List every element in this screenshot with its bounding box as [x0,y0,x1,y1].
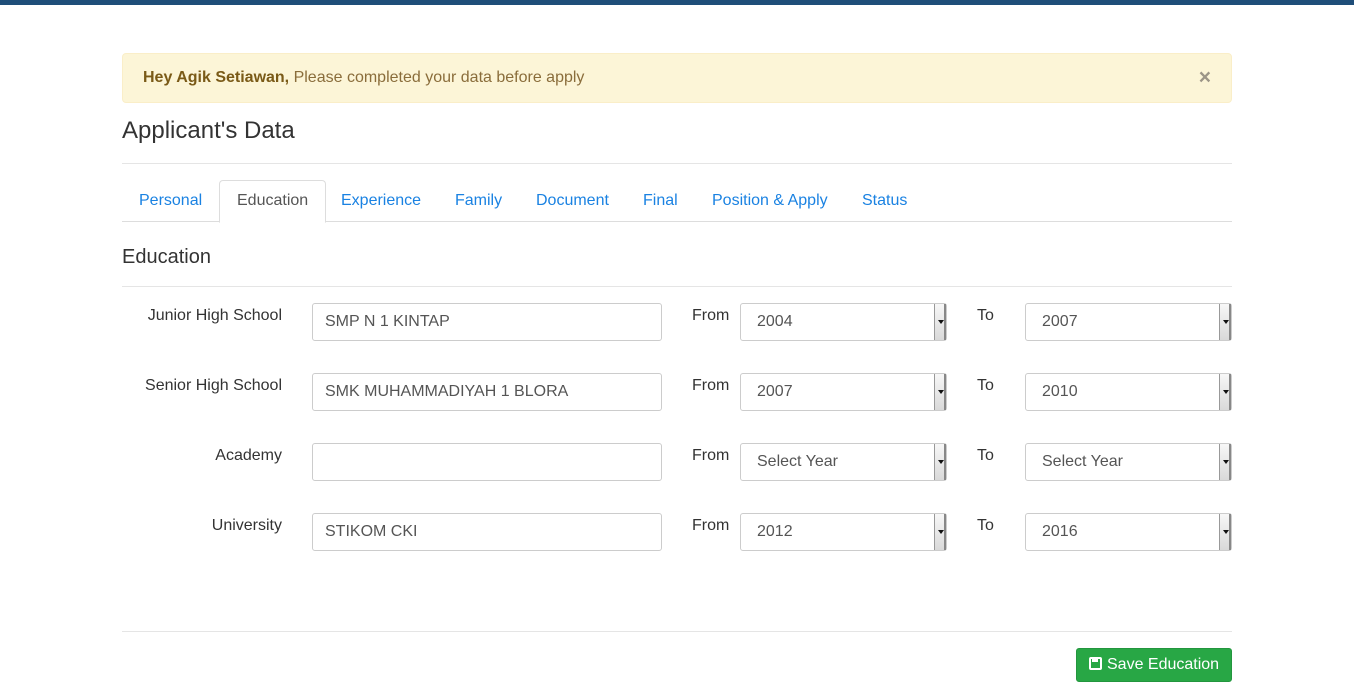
to-year-value: Select Year [1042,453,1123,470]
from-label: From [692,377,730,394]
from-year-select[interactable]: 2012 [740,513,947,551]
from-label: From [692,517,730,534]
chevron-down-icon [934,304,946,340]
row-label: Senior High School [145,377,282,394]
school-name-input[interactable] [312,443,662,481]
floppy-disk-icon [1089,657,1102,670]
to-label: To [977,447,994,464]
to-year-select[interactable]: 2007 [1025,303,1232,341]
tab-family[interactable]: Family [438,180,519,222]
tab-personal[interactable]: Personal [122,180,219,222]
to-label: To [977,307,994,324]
save-education-button[interactable]: Save Education [1076,648,1232,682]
tab-document[interactable]: Document [519,180,626,222]
close-icon[interactable]: × [1199,54,1211,102]
from-label: From [692,447,730,464]
to-label: To [977,377,994,394]
chevron-down-icon [934,444,946,480]
warning-alert: Hey Agik Setiawan, Please completed your… [122,53,1232,103]
to-year-value: 2007 [1042,313,1078,330]
tab-status[interactable]: Status [845,180,924,222]
tab-experience[interactable]: Experience [324,180,438,222]
chevron-down-icon [934,374,946,410]
from-year-value: Select Year [757,453,838,470]
tab-position-apply[interactable]: Position & Apply [695,180,845,222]
tab-bar: Personal Education Experience Family Doc… [122,180,1232,223]
school-name-input[interactable]: SMK MUHAMMADIYAH 1 BLORA [312,373,662,411]
title-divider [122,163,1232,164]
footer-divider [122,631,1232,632]
section-title: Education [122,246,211,268]
to-label: To [977,517,994,534]
chevron-down-icon [1219,304,1231,340]
school-name-input[interactable]: SMP N 1 KINTAP [312,303,662,341]
education-row-junior-high: Junior High School SMP N 1 KINTAP From 2… [122,303,1232,341]
from-label: From [692,307,730,324]
alert-user-name: Hey Agik Setiawan, [143,69,290,86]
tab-final[interactable]: Final [626,180,695,222]
alert-message: Please completed your data before apply [289,69,585,86]
education-row-senior-high: Senior High School SMK MUHAMMADIYAH 1 BL… [122,373,1232,411]
chevron-down-icon [1219,514,1231,550]
top-accent-bar [0,0,1354,5]
chevron-down-icon [1219,374,1231,410]
to-year-select[interactable]: 2016 [1025,513,1232,551]
education-row-university: University STIKOM CKI From 2012 To 2016 [122,513,1232,551]
section-divider [122,286,1232,287]
to-year-value: 2016 [1042,523,1078,540]
page-title: Applicant's Data [122,117,295,144]
tab-education[interactable]: Education [219,180,327,223]
from-year-value: 2004 [757,313,793,330]
education-row-academy: Academy From Select Year To Select Year [122,443,1232,481]
to-year-value: 2010 [1042,383,1078,400]
row-label: University [211,517,282,534]
from-year-select[interactable]: Select Year [740,443,947,481]
from-year-select[interactable]: 2007 [740,373,947,411]
row-label: Junior High School [147,307,282,324]
to-year-select[interactable]: 2010 [1025,373,1232,411]
row-label: Academy [215,447,282,464]
to-year-select[interactable]: Select Year [1025,443,1232,481]
from-year-value: 2007 [757,383,793,400]
chevron-down-icon [1219,444,1231,480]
from-year-select[interactable]: 2004 [740,303,947,341]
chevron-down-icon [934,514,946,550]
school-name-input[interactable]: STIKOM CKI [312,513,662,551]
save-button-label: Save Education [1107,656,1220,673]
from-year-value: 2012 [757,523,793,540]
